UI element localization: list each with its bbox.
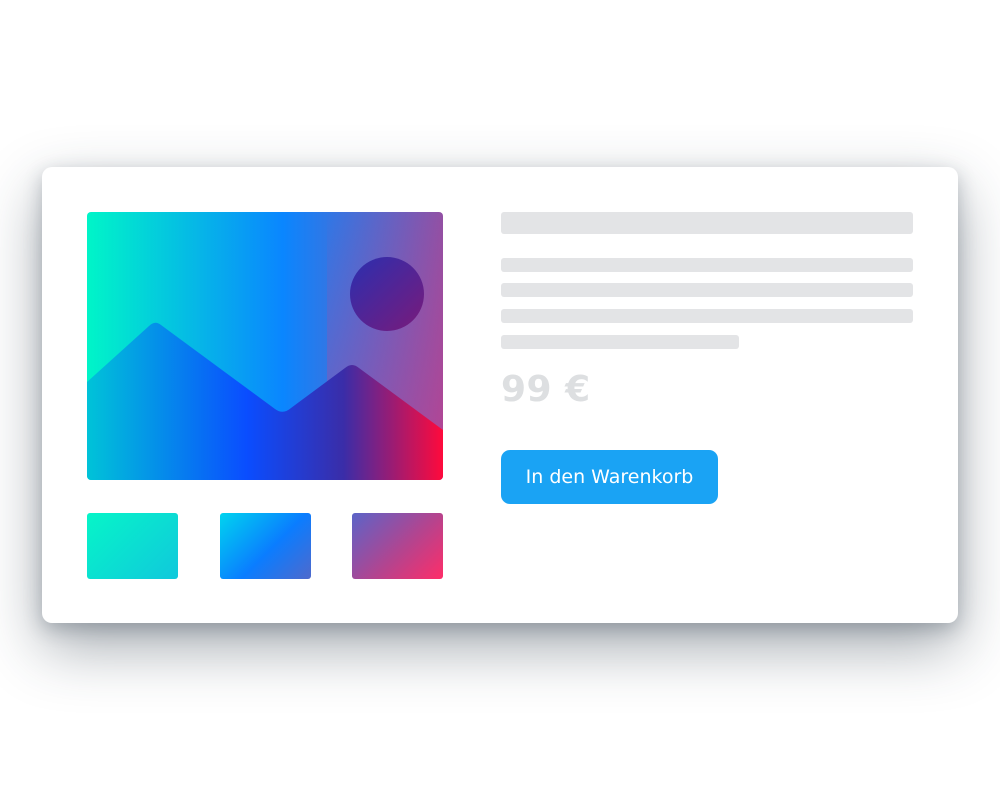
image-placeholder-icon [87, 212, 443, 480]
title-placeholder [501, 212, 913, 234]
add-to-cart-button[interactable]: In den Warenkorb [501, 450, 718, 504]
description-placeholder-line [501, 283, 913, 297]
description-placeholder-line [501, 258, 913, 272]
description-placeholder-line [501, 309, 913, 323]
page-backdrop: 99 € In den Warenkorb [0, 0, 1000, 791]
description-placeholder-line [501, 335, 739, 349]
thumbnail-1[interactable] [87, 513, 178, 579]
thumbnail-2[interactable] [220, 513, 311, 579]
product-price: 99 € [501, 369, 591, 410]
sun-shape [350, 257, 424, 331]
product-card: 99 € In den Warenkorb [42, 167, 958, 623]
product-main-image[interactable] [87, 212, 443, 480]
thumbnail-3[interactable] [352, 513, 443, 579]
